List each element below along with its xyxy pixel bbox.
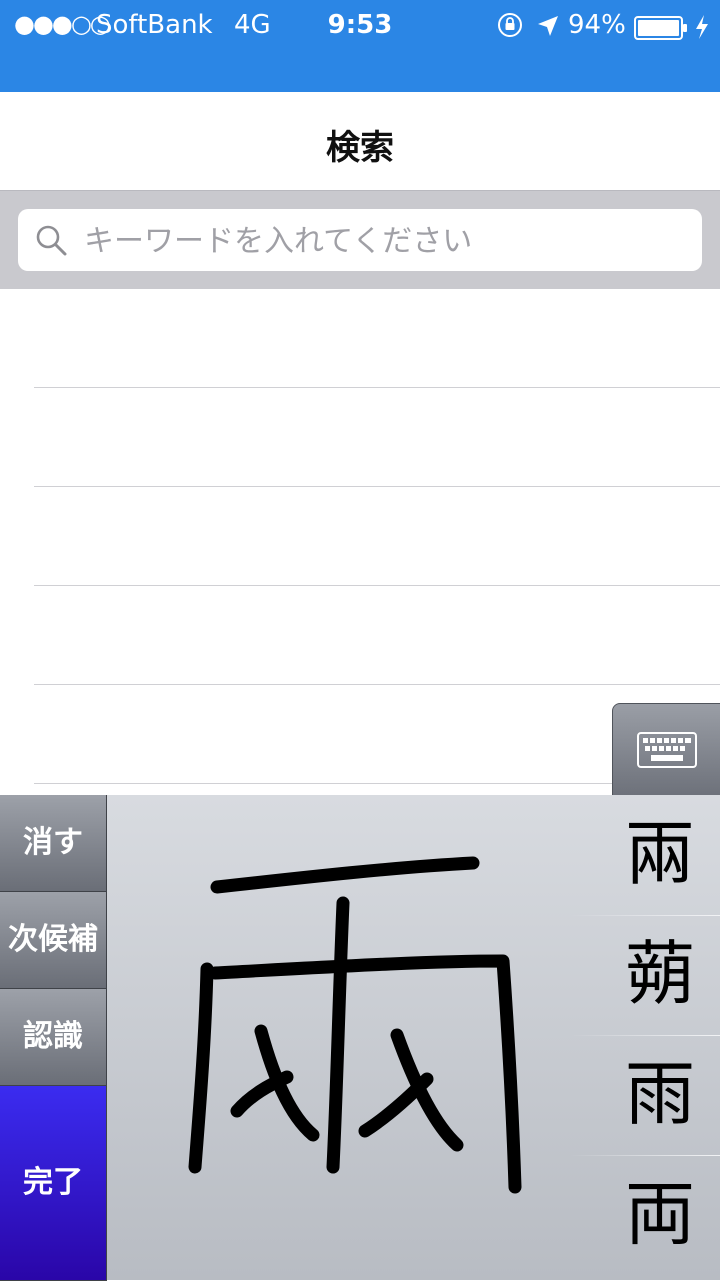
list-item[interactable] xyxy=(34,289,720,388)
keyboard-switch-button[interactable] xyxy=(612,703,720,797)
candidate-char[interactable]: 蒴 xyxy=(570,915,720,1034)
done-button[interactable]: 完了 xyxy=(0,1086,107,1281)
rotation-lock-icon xyxy=(498,13,522,37)
candidate-char[interactable]: 兩 xyxy=(600,795,720,914)
battery-icon xyxy=(634,16,687,40)
battery-percent: 94% xyxy=(568,10,626,40)
candidate-char[interactable]: 両 xyxy=(570,1155,720,1274)
search-input[interactable] xyxy=(82,217,686,265)
navigation-bar: 検索 xyxy=(0,92,720,191)
recognize-button[interactable]: 認識 xyxy=(0,989,107,1086)
location-arrow-icon xyxy=(538,16,558,36)
list-item[interactable] xyxy=(34,388,720,487)
list-item[interactable] xyxy=(34,586,720,685)
search-icon xyxy=(36,225,67,256)
next-candidate-button[interactable]: 次候補 xyxy=(0,892,107,989)
candidate-char[interactable]: 雨 xyxy=(570,1035,720,1154)
handwriting-canvas[interactable] xyxy=(107,795,600,1280)
page-title: 検索 xyxy=(326,128,394,168)
search-bar xyxy=(0,191,720,289)
handwriting-keyboard: 消す 次候補 認識 完了 兩 蒴 雨 両 xyxy=(0,795,720,1281)
status-bar: ●●●○○ SoftBank 4G 9:53 94% xyxy=(0,0,720,92)
charging-bolt-icon xyxy=(696,15,708,39)
erase-button[interactable]: 消す xyxy=(0,795,107,892)
list-item[interactable] xyxy=(34,487,720,586)
keyboard-icon xyxy=(637,732,697,768)
search-field[interactable] xyxy=(18,209,702,271)
candidate-list: 兩 蒴 雨 両 xyxy=(570,795,720,1280)
